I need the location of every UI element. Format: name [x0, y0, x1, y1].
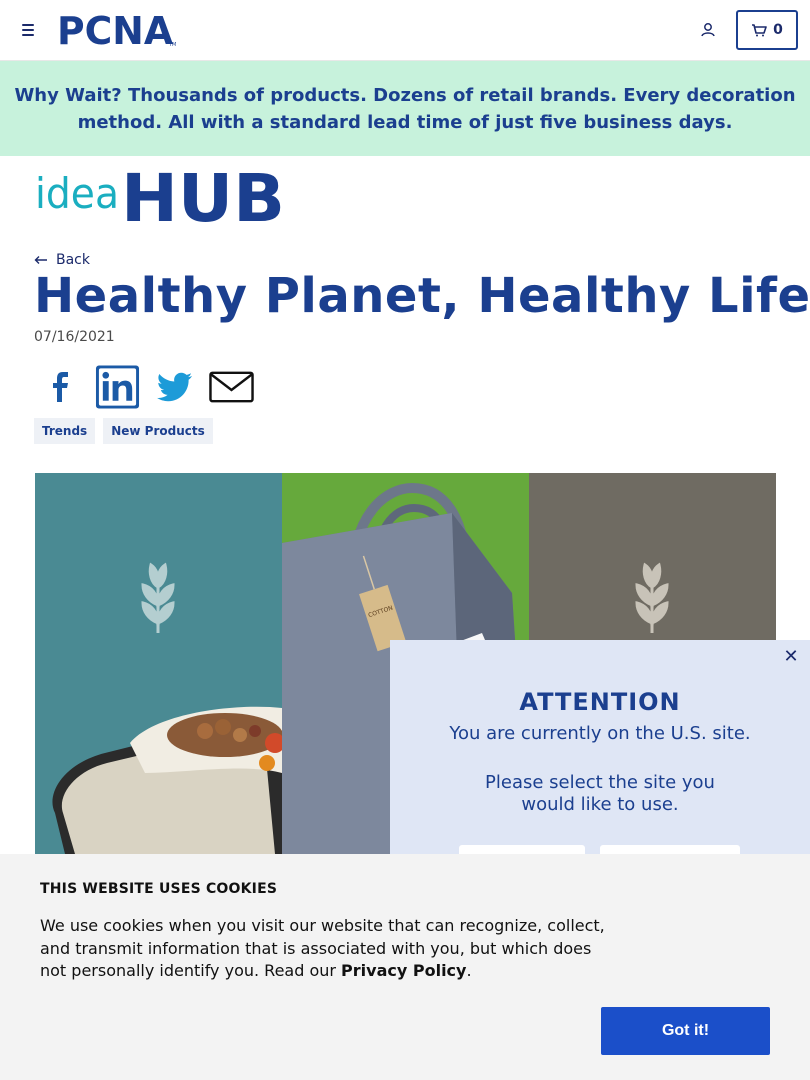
share-bar [38, 364, 254, 410]
wheat-icon [141, 562, 175, 633]
close-icon[interactable]: ✕ [782, 648, 800, 666]
tag-new-products[interactable]: New Products [103, 418, 213, 444]
promo-lead: Why Wait? [14, 84, 122, 106]
site-header: PCNA TM 0 [0, 0, 810, 61]
tag-list: Trends New Products [34, 418, 213, 444]
got-it-button[interactable]: Got it! [601, 1007, 770, 1055]
popup-title: ATTENTION [519, 688, 681, 716]
twitter-icon[interactable] [152, 364, 197, 410]
cart-button[interactable]: 0 [736, 10, 798, 50]
logo-text: PCNA [57, 12, 174, 48]
ideahub-idea-text: idea [35, 169, 119, 218]
cart-icon [752, 24, 767, 37]
cookie-text: We use cookies when you visit our websit… [40, 915, 610, 983]
pcna-logo[interactable]: PCNA TM [57, 9, 177, 53]
cookie-period: . [466, 961, 472, 980]
hamburger-menu-icon[interactable] [20, 21, 36, 39]
cookie-title: THIS WEBSITE USES COOKIES [40, 881, 278, 897]
page-title: Healthy Planet, Healthy Life [34, 268, 810, 324]
promo-banner: Why Wait? Thousands of products. Dozens … [0, 61, 810, 156]
promo-text: Thousands of products. Dozens of retail … [77, 84, 796, 133]
tag-trends[interactable]: Trends [34, 418, 96, 444]
hero-panel-food [35, 473, 282, 854]
cart-count: 0 [773, 22, 783, 38]
wheat-icon-right [635, 562, 669, 633]
article-date: 07/16/2021 [34, 329, 115, 345]
cookie-banner: THIS WEBSITE USES COOKIES We use cookies… [0, 854, 810, 1080]
arrow-left-icon [34, 256, 47, 264]
account-icon[interactable] [698, 20, 718, 40]
svg-text:TM: TM [168, 42, 176, 48]
popup-instruction: Please select the site you would like to… [485, 772, 715, 815]
email-icon[interactable] [209, 364, 254, 410]
ideahub-logo[interactable]: idea HUB [35, 160, 287, 237]
popup-current-site: You are currently on the U.S. site. [449, 723, 751, 744]
linkedin-icon[interactable] [95, 364, 140, 410]
privacy-policy-link[interactable]: Privacy Policy [341, 961, 466, 980]
back-label: Back [56, 252, 90, 268]
back-link[interactable]: Back [34, 252, 90, 268]
ideahub-hub-text: HUB [121, 164, 285, 224]
facebook-icon[interactable] [38, 364, 83, 410]
site-select-popup: ✕ ATTENTION You are currently on the U.S… [390, 640, 810, 875]
cookie-body: We use cookies when you visit our websit… [40, 916, 605, 980]
